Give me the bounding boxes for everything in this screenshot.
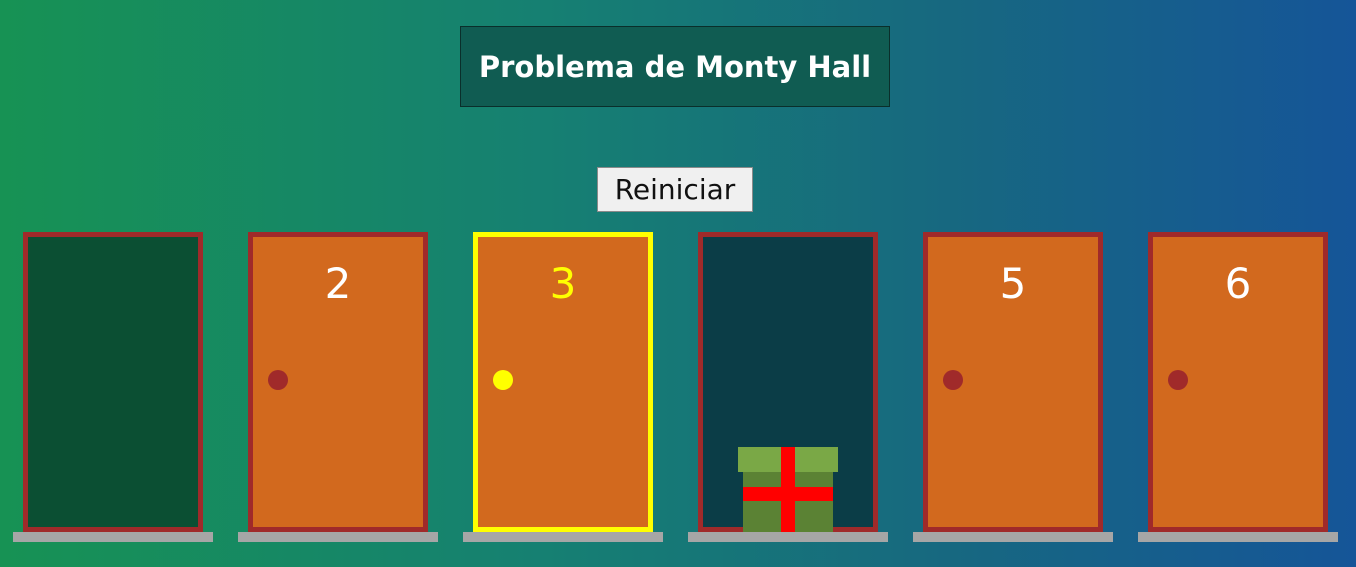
page-title: Problema de Monty Hall — [460, 26, 890, 107]
door-slot-5: 5 — [913, 232, 1113, 543]
reset-button[interactable]: Reiniciar — [597, 167, 753, 212]
door-threshold — [13, 532, 213, 542]
door-2[interactable]: 2 — [248, 232, 428, 532]
door-threshold — [1138, 532, 1338, 542]
gift-icon — [738, 447, 838, 532]
door-threshold — [238, 532, 438, 542]
door-slot-1 — [13, 232, 213, 543]
gift-ribbon-horizontal — [743, 487, 833, 501]
door-slot-3: 3 — [463, 232, 663, 543]
door-5[interactable]: 5 — [923, 232, 1103, 532]
door-knob — [943, 370, 963, 390]
door-knob — [268, 370, 288, 390]
door-6[interactable]: 6 — [1148, 232, 1328, 532]
door-slot-6: 6 — [1138, 232, 1338, 543]
door-4[interactable] — [698, 232, 878, 532]
door-knob — [493, 370, 513, 390]
door-threshold — [688, 532, 888, 542]
door-3[interactable]: 3 — [473, 232, 653, 532]
door-number: 6 — [1224, 259, 1252, 308]
door-slot-2: 2 — [238, 232, 438, 543]
door-threshold — [463, 532, 663, 542]
door-number: 3 — [549, 259, 577, 308]
door-threshold — [913, 532, 1113, 542]
door-1[interactable] — [23, 232, 203, 532]
door-slot-4 — [688, 232, 888, 543]
door-knob — [1168, 370, 1188, 390]
door-number: 2 — [324, 259, 352, 308]
door-number: 5 — [999, 259, 1027, 308]
